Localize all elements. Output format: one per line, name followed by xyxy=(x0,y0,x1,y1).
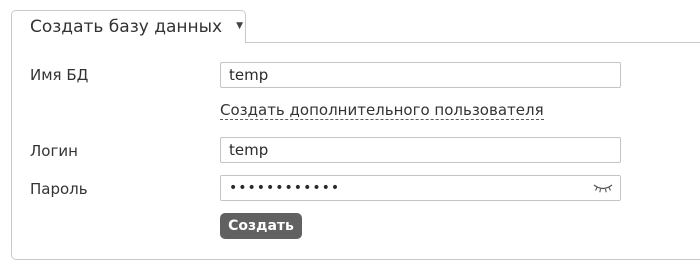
password-field xyxy=(220,175,621,201)
password-input[interactable] xyxy=(220,175,621,201)
create-button[interactable]: Создать xyxy=(220,213,302,239)
db-name-label: Имя БД xyxy=(30,66,89,84)
create-database-widget: Создать базу данных ▼ Имя БД Создать доп… xyxy=(0,0,700,270)
eye-closed-icon[interactable] xyxy=(593,182,613,194)
tab-connector xyxy=(12,41,245,44)
create-additional-user-link[interactable]: Создать дополнительного пользователя xyxy=(220,102,544,120)
tab-label: Создать базу данных xyxy=(30,17,223,37)
caret-down-icon[interactable]: ▼ xyxy=(236,21,243,31)
tab-create-database[interactable]: Создать базу данных ▼ xyxy=(11,10,246,43)
password-label: Пароль xyxy=(30,180,88,198)
db-name-input[interactable] xyxy=(220,62,621,88)
login-label: Логин xyxy=(30,142,78,160)
login-input[interactable] xyxy=(220,137,621,163)
